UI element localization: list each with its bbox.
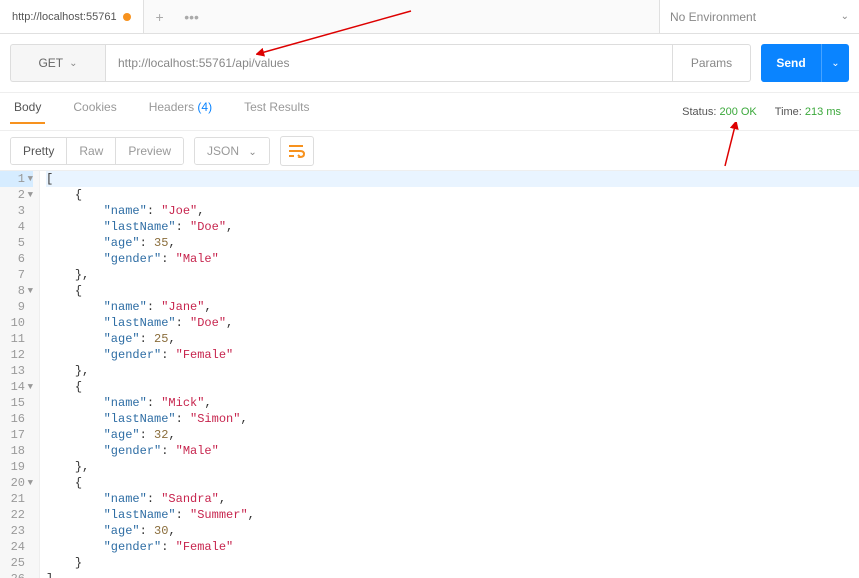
code-line: }, (46, 363, 859, 379)
line-number: 24 (0, 539, 33, 555)
code-line: "gender": "Female" (46, 539, 859, 555)
line-number: 3 (0, 203, 33, 219)
tab-title: http://localhost:55761 (12, 11, 117, 23)
code-line: } (46, 555, 859, 571)
line-number: 8▼ (0, 283, 33, 299)
line-number: 21 (0, 491, 33, 507)
line-number: 11 (0, 331, 33, 347)
code-line: "name": "Mick", (46, 395, 859, 411)
code-line: { (46, 283, 859, 299)
line-number: 2▼ (0, 187, 33, 203)
code-line: { (46, 379, 859, 395)
code-line: }, (46, 267, 859, 283)
unsaved-dot-icon (123, 13, 131, 21)
chevron-down-icon: ⌄ (248, 147, 256, 158)
line-number: 15 (0, 395, 33, 411)
code-line: [ (46, 171, 859, 187)
line-number: 7 (0, 267, 33, 283)
wrap-icon (288, 144, 306, 158)
request-row: GET ⌄ Params Send ⌄ (0, 34, 859, 93)
http-method-select[interactable]: GET ⌄ (10, 44, 105, 82)
time-block: Time: 213 ms (775, 106, 841, 118)
code-line: { (46, 187, 859, 203)
code-line: "name": "Joe", (46, 203, 859, 219)
line-number: 12 (0, 347, 33, 363)
headers-count: (4) (197, 100, 212, 114)
code-line: "gender": "Male" (46, 251, 859, 267)
code-line: "lastName": "Summer", (46, 507, 859, 523)
chevron-down-icon: ⌄ (69, 58, 77, 69)
tab-cookies[interactable]: Cookies (69, 100, 120, 123)
response-body: 1▼2▼345678▼91011121314▼151617181920▼2122… (0, 171, 859, 578)
environment-select[interactable]: No Environment ⌄ (659, 0, 859, 33)
line-number: 16 (0, 411, 33, 427)
line-number: 14▼ (0, 379, 33, 395)
line-number: 1▼ (0, 171, 33, 187)
line-number: 13 (0, 363, 33, 379)
code-line: "age": 25, (46, 331, 859, 347)
tab-body[interactable]: Body (10, 100, 45, 124)
code-line: { (46, 475, 859, 491)
code-line: "gender": "Male" (46, 443, 859, 459)
line-number: 25 (0, 555, 33, 571)
send-button[interactable]: Send (761, 44, 821, 82)
view-raw[interactable]: Raw (67, 138, 116, 164)
line-number: 6 (0, 251, 33, 267)
format-select[interactable]: JSON ⌄ (194, 137, 270, 165)
line-number: 4 (0, 219, 33, 235)
code-line: "lastName": "Doe", (46, 315, 859, 331)
tab-headers[interactable]: Headers (4) (145, 100, 216, 123)
line-gutter: 1▼2▼345678▼91011121314▼151617181920▼2122… (0, 171, 40, 578)
chevron-down-icon: ⌄ (831, 58, 839, 69)
response-toolbar: Pretty Raw Preview JSON ⌄ (0, 131, 859, 171)
http-method-label: GET (38, 56, 63, 70)
code-line: "lastName": "Doe", (46, 219, 859, 235)
response-tabs: Body Cookies Headers (4) Test Results St… (0, 93, 859, 131)
line-number: 19 (0, 459, 33, 475)
code-line: }, (46, 459, 859, 475)
params-button[interactable]: Params (673, 44, 751, 82)
status-block: Status: 200 OK (682, 106, 757, 118)
request-tab[interactable]: http://localhost:55761 (0, 0, 144, 33)
code-line: "age": 35, (46, 235, 859, 251)
format-label: JSON (207, 144, 239, 158)
tab-test-results[interactable]: Test Results (240, 100, 313, 123)
line-number: 22 (0, 507, 33, 523)
status-label: Status: (682, 106, 716, 118)
line-number: 20▼ (0, 475, 33, 491)
time-label: Time: (775, 106, 802, 118)
line-number: 5 (0, 235, 33, 251)
code-line: "age": 30, (46, 523, 859, 539)
code-line: "name": "Jane", (46, 299, 859, 315)
line-number: 18 (0, 443, 33, 459)
new-tab-button[interactable]: + (144, 0, 176, 33)
status-value: 200 OK (719, 106, 756, 118)
line-number: 10 (0, 315, 33, 331)
line-number: 23 (0, 523, 33, 539)
url-input[interactable] (105, 44, 673, 82)
view-mode-segment: Pretty Raw Preview (10, 137, 184, 165)
code-line: "gender": "Female" (46, 347, 859, 363)
code-content[interactable]: [ { "name": "Joe", "lastName": "Doe", "a… (40, 171, 859, 578)
line-number: 9 (0, 299, 33, 315)
headers-label: Headers (149, 100, 194, 114)
time-value: 213 ms (805, 106, 841, 118)
wrap-lines-button[interactable] (280, 136, 314, 166)
send-options-button[interactable]: ⌄ (821, 44, 849, 82)
chevron-down-icon: ⌄ (841, 11, 849, 22)
line-number: 17 (0, 427, 33, 443)
code-line: "age": 32, (46, 427, 859, 443)
view-preview[interactable]: Preview (116, 138, 183, 164)
code-line: "name": "Sandra", (46, 491, 859, 507)
tab-more-button[interactable]: ••• (176, 0, 208, 33)
tab-bar: http://localhost:55761 + ••• No Environm… (0, 0, 859, 34)
environment-label: No Environment (670, 10, 756, 24)
code-line: "lastName": "Simon", (46, 411, 859, 427)
view-pretty[interactable]: Pretty (11, 138, 67, 164)
